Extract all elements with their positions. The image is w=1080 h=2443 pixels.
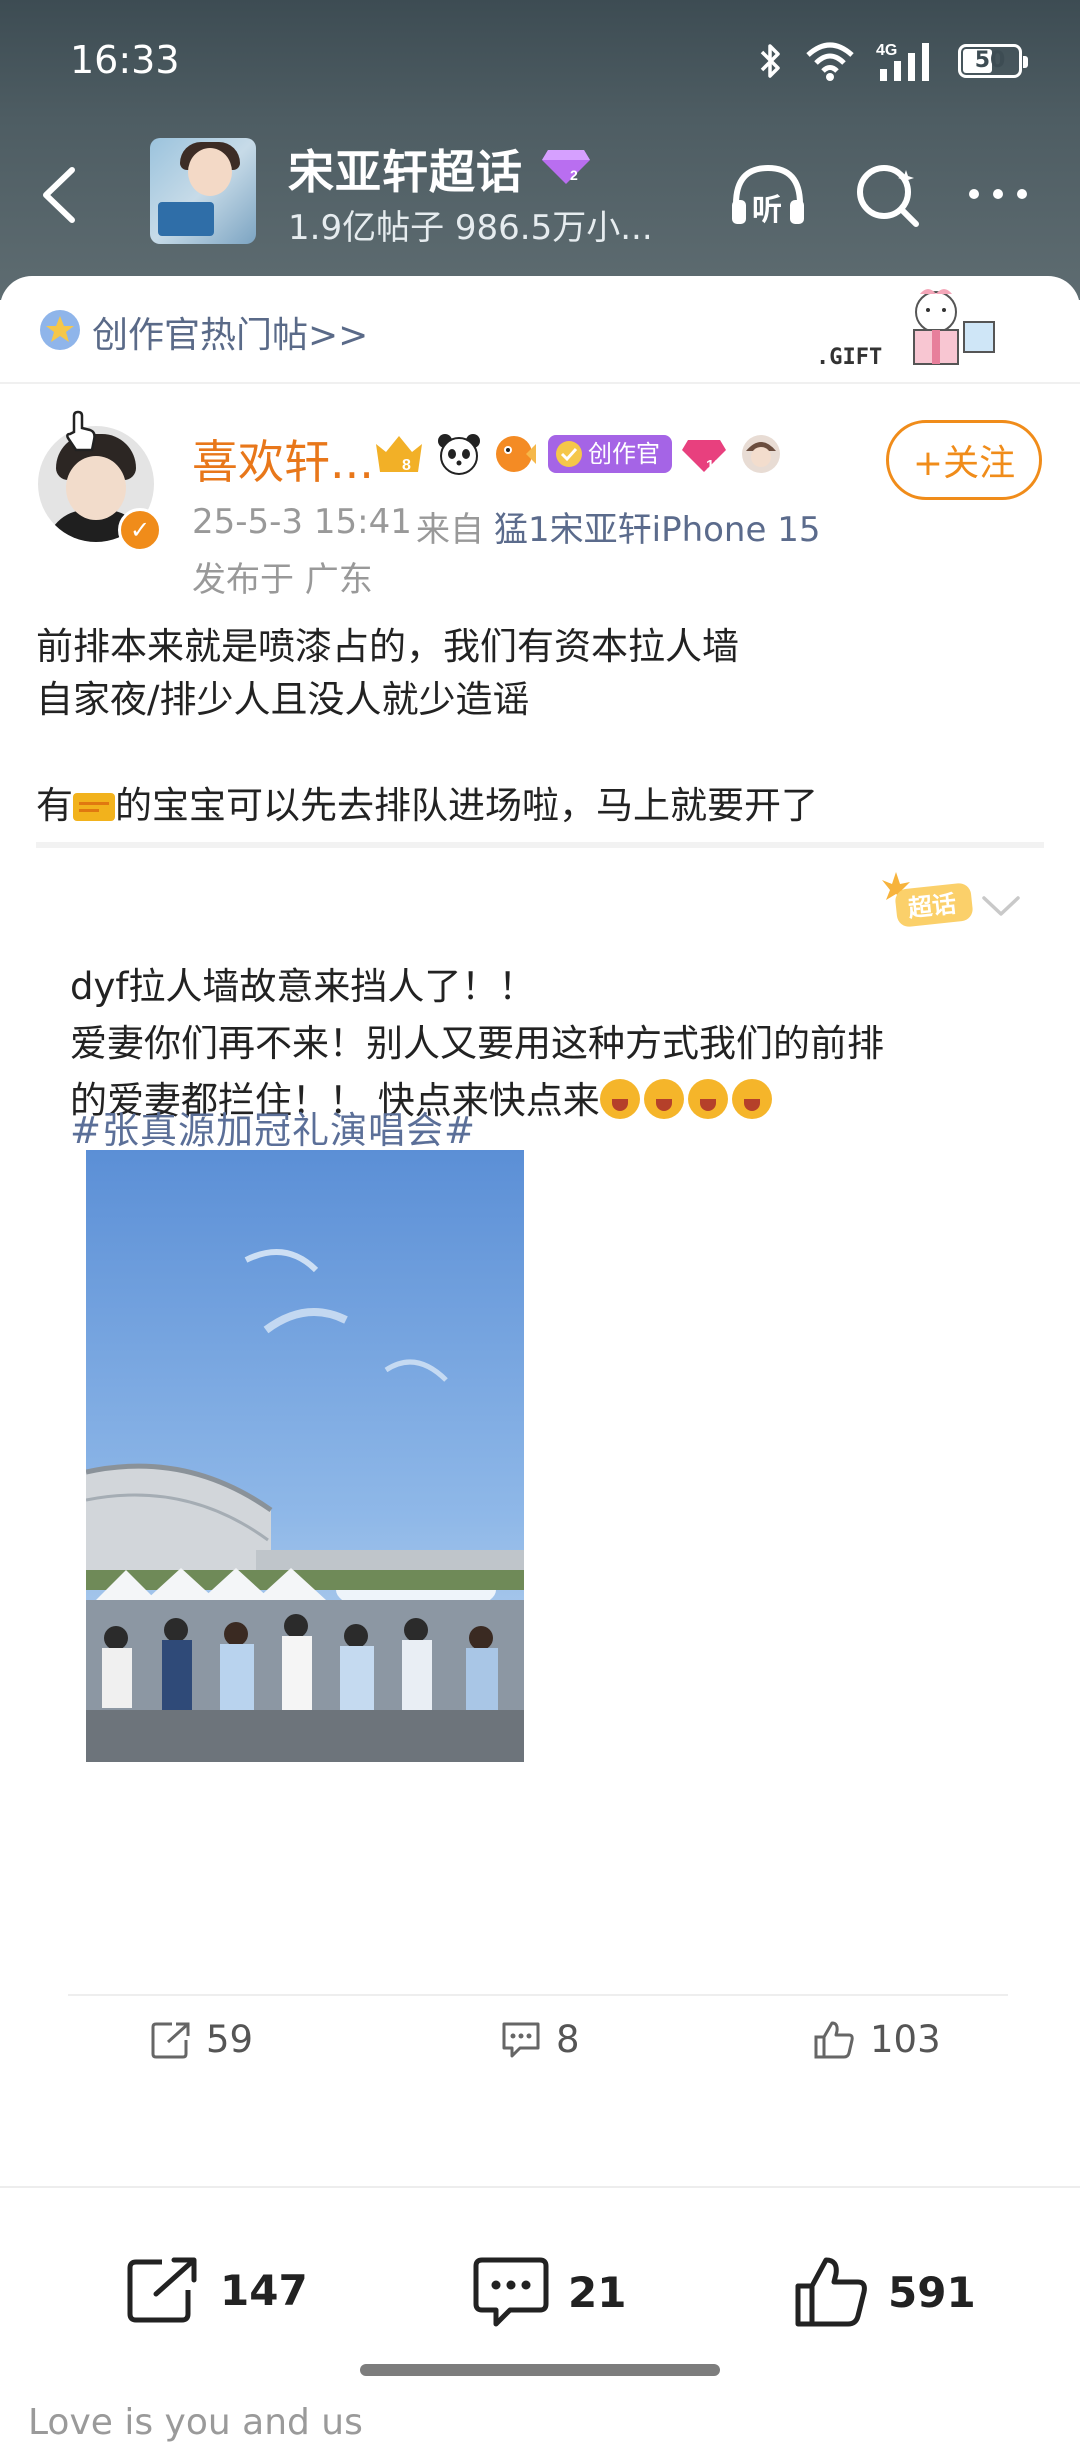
follow-button[interactable]: +关注 [886, 420, 1042, 500]
battery-icon: 50 [958, 44, 1028, 78]
topic-title[interactable]: 宋亚轩超话 [288, 136, 523, 202]
search-button[interactable] [852, 160, 924, 232]
topic-header: 16:33 4G 50 宋亚轩超话 2 1.9亿帖子 986.5万小... 听 [0, 0, 1080, 300]
topic-stats: 1.9亿帖子 986.5万小... [288, 208, 653, 248]
mini-avatar-icon [742, 435, 780, 473]
creator-medal-icon [556, 441, 582, 467]
post-detail-sheet: 创作官热门帖>> .GIFT ✓ 喜欢轩... 8 创作官 15 +关注 25-… [0, 276, 1080, 2443]
repost-count: 147 [220, 2265, 308, 2315]
svg-text:超话: 超话 [907, 890, 958, 923]
stadium-photo-image [86, 1150, 524, 1762]
quote-line-2: 爱妻你们再不来！别人又要用这种方式我们的前排 [70, 1022, 884, 1065]
battery-level: 50 [974, 48, 1006, 73]
creator-badge-label: 创作官 [588, 440, 660, 468]
crying-emoji-icon [731, 1079, 772, 1119]
diamond-level-icon: 2 [542, 150, 590, 184]
gift-decoration-icon: .GIFT [816, 289, 995, 370]
card-like-button[interactable]: 103 [812, 2018, 941, 2061]
svg-text:2: 2 [570, 167, 578, 183]
post-line-blank [36, 726, 1046, 779]
fan-level-icon: 8 [376, 436, 422, 474]
like-count: 591 [888, 2267, 976, 2317]
post-source-label: 来自 [416, 510, 484, 550]
reposted-card-actions: 59 8 103 [0, 2018, 1080, 2098]
post-line-2: 自家夜/排少人且没人就少造谣 [36, 678, 530, 721]
panda-icon [438, 434, 480, 475]
author-name[interactable]: 喜欢轩... [192, 426, 374, 492]
post-line-4: 有的宝宝可以先去排队进场啦，马上就要开了 [36, 784, 818, 827]
superhua-sticker-icon: 超话 [882, 872, 973, 927]
star-badge-icon [40, 310, 80, 350]
topic-hashtag-link[interactable]: #张真源加冠礼演唱会# [70, 1100, 476, 1154]
comment-icon [473, 2257, 549, 2327]
like-button[interactable]: 591 [792, 2254, 976, 2330]
thumbs-up-icon [814, 2021, 854, 2058]
chevron-down-icon[interactable] [980, 892, 1022, 922]
creator-hot-posts-link[interactable]: 创作官热门帖>> [92, 306, 368, 358]
repost-icon [127, 2257, 197, 2323]
back-button[interactable] [30, 160, 90, 230]
card-divider [68, 1994, 1008, 1996]
crying-emoji-icon [643, 1079, 684, 1119]
author-badges: 8 创作官 15 [372, 432, 782, 476]
hand-cursor-icon [66, 410, 96, 452]
listen-label: 听 [752, 193, 782, 228]
listen-button[interactable]: 听 [726, 160, 810, 232]
home-indicator[interactable] [360, 2364, 720, 2376]
creator-hot-posts-row[interactable]: 创作官热门帖>> .GIFT [0, 276, 1080, 384]
repost-icon [151, 2022, 190, 2058]
ticket-emoji-icon [73, 793, 115, 821]
crying-emoji-icon [599, 1079, 640, 1119]
svg-text:8: 8 [402, 457, 411, 474]
post-line-1: 前排本来就是喷漆占的，我们有资本拉人墙 [36, 625, 739, 668]
svg-text:4G: 4G [876, 42, 897, 59]
signal-4g-icon: 4G [876, 42, 929, 81]
card-repost-button[interactable]: 59 [150, 2018, 253, 2061]
post-text: 前排本来就是喷漆占的，我们有资本拉人墙 自家夜/排少人且没人就少造谣 有的宝宝可… [36, 620, 1046, 832]
post-timestamp: 25-5-3 15:41 [192, 502, 412, 542]
post-photo[interactable] [86, 1150, 524, 1762]
author-signature: Love is you and us [28, 2402, 363, 2443]
post-location: 发布于 广东 [192, 560, 373, 600]
fish-icon [496, 436, 536, 472]
crying-emoji-icon [687, 1079, 728, 1119]
wifi-icon [806, 42, 854, 81]
card-comment-button[interactable]: 8 [500, 2018, 580, 2061]
comment-count: 21 [568, 2267, 627, 2317]
topic-cover-image[interactable] [150, 138, 256, 244]
verified-badge-icon: ✓ [118, 508, 162, 552]
status-icons: 4G 50 [758, 36, 1028, 86]
card-like-count: 103 [870, 2018, 941, 2061]
card-comment-count: 8 [556, 2018, 580, 2061]
comment-icon [502, 2022, 540, 2057]
svg-text:15: 15 [706, 457, 723, 474]
creator-official-badge: 创作官 [548, 435, 672, 473]
status-time: 16:33 [70, 38, 180, 82]
card-repost-count: 59 [206, 2018, 254, 2061]
diamond-level-15-icon: 15 [682, 440, 726, 474]
gift-text: .GIFT [816, 345, 882, 370]
quote-line-1: dyf拉人墙故意来挡人了！！ [70, 965, 536, 1008]
more-options-button[interactable] [962, 160, 1034, 232]
comment-button[interactable]: 21 [472, 2254, 626, 2330]
repost-button[interactable]: 147 [124, 2254, 308, 2326]
thumbs-up-icon [795, 2257, 867, 2327]
bluetooth-icon [760, 44, 780, 78]
post-source-device[interactable]: 猛1宋亚轩iPhone 15 [494, 502, 820, 551]
